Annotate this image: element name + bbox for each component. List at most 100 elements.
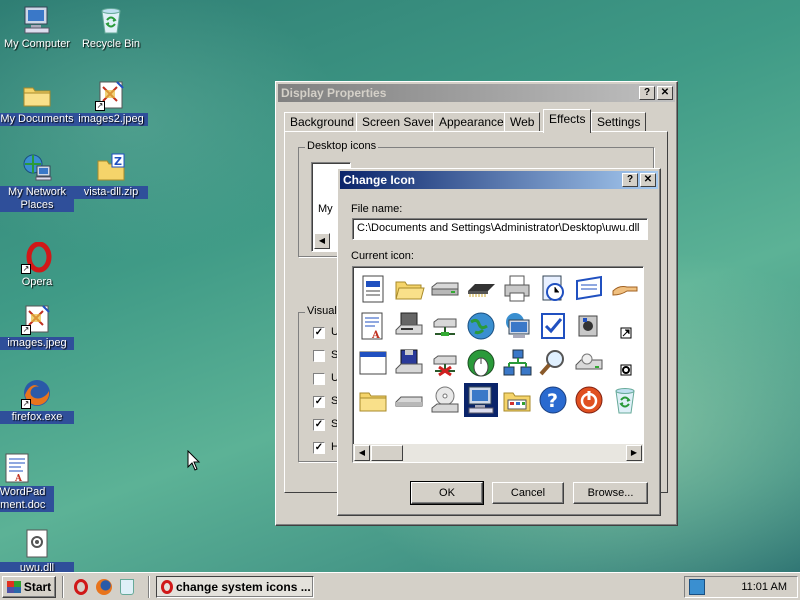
scroll-left-arrow[interactable]: ◀ xyxy=(354,445,370,461)
file-name-field[interactable]: C:\Documents and Settings\Administrator\… xyxy=(352,218,648,240)
desktop-icon-label: My Network xyxy=(0,186,74,199)
dll-file-icon xyxy=(21,528,53,560)
hand-share-icon[interactable] xyxy=(608,272,642,306)
image-file-icon: ↗ xyxy=(21,303,53,335)
floppy-drive-icon[interactable] xyxy=(392,309,426,343)
floppy-disk-icon[interactable] xyxy=(392,346,426,380)
folder-icon xyxy=(21,79,53,111)
globe-mouse-icon[interactable] xyxy=(464,346,498,380)
help-icon[interactable]: ? xyxy=(536,383,570,417)
effect-checkbox-5[interactable]: ✓ xyxy=(313,419,325,431)
desktop-icon-label: firefox.exe xyxy=(0,411,74,424)
horizontal-scrollbar[interactable]: ◀ ▶ xyxy=(353,444,643,462)
network-tray-icon[interactable] xyxy=(689,579,705,595)
desktop-icon-wordpad-doc[interactable]: A w WordPad cument.doc xyxy=(0,452,54,512)
desktop-icon-label: w WordPad xyxy=(0,486,54,499)
desktop-icon-my-computer[interactable]: My Computer xyxy=(0,4,74,51)
printer-icon[interactable] xyxy=(500,272,534,306)
my-computer-icon xyxy=(21,4,53,36)
current-icon-label: Current icon: xyxy=(351,250,414,262)
desktop-icon-uwu-dll[interactable]: uwu.dll xyxy=(0,528,74,575)
disconnected-drive-icon[interactable] xyxy=(428,346,462,380)
svg-text:A: A xyxy=(371,330,380,341)
folder-open-icon[interactable] xyxy=(392,272,426,306)
desktop-icon-label: My Documents xyxy=(0,113,74,126)
desktop-icon-vista-dll-zip[interactable]: Z vista-dll.zip xyxy=(74,152,148,199)
checkbox-task-icon[interactable] xyxy=(536,309,570,343)
network-icon[interactable] xyxy=(500,346,534,380)
cancel-button[interactable]: Cancel xyxy=(492,482,564,504)
effect-checkbox-6[interactable]: ✓ xyxy=(313,442,325,454)
tab-web[interactable]: Web xyxy=(504,112,541,132)
wordpad-icon[interactable]: A xyxy=(356,309,390,343)
memory-chip-icon[interactable] xyxy=(464,272,498,306)
effect-checkbox-4[interactable]: ✓ xyxy=(313,396,325,408)
change-icon-dialog: Change Icon ? ✕ File name: C:\Documents … xyxy=(337,168,661,516)
scroll-left-arrow[interactable]: ◀ xyxy=(314,233,330,249)
folder-icon[interactable] xyxy=(356,383,390,417)
tab-screen-saver[interactable]: Screen Saver xyxy=(356,112,441,132)
control-panel-icon[interactable] xyxy=(500,383,534,417)
desktop-icon-my-documents[interactable]: My Documents xyxy=(0,79,74,126)
document-icon[interactable] xyxy=(356,272,390,306)
cd-drive-icon[interactable] xyxy=(428,383,462,417)
desktop-icon-network-places[interactable]: My Network Places xyxy=(0,152,74,212)
recycle-bin-icon[interactable] xyxy=(608,383,642,417)
tab-background[interactable]: Background xyxy=(284,112,361,132)
speaker-icon[interactable] xyxy=(572,309,606,343)
browse-button[interactable]: Browse... xyxy=(573,482,648,504)
icon-list[interactable]: A? ◀ ▶ xyxy=(352,266,644,463)
power-icon[interactable] xyxy=(572,383,606,417)
change-icon-titlebar[interactable]: Change Icon ? ✕ xyxy=(340,171,658,189)
scroll-right-arrow[interactable]: ▶ xyxy=(626,445,642,461)
my-computer-icon[interactable] xyxy=(464,383,498,417)
search-icon[interactable] xyxy=(536,346,570,380)
help-button[interactable]: ? xyxy=(622,173,638,187)
start-button[interactable]: Start xyxy=(2,576,56,598)
task-label: change system icons ... xyxy=(176,580,311,594)
monitor-globe-icon[interactable] xyxy=(500,309,534,343)
taskbar-task-button[interactable]: change system icons ... xyxy=(156,576,314,598)
window-title: Display Properties xyxy=(281,86,387,100)
clock-doc-icon[interactable] xyxy=(536,272,570,306)
dot-overlay-icon[interactable] xyxy=(608,346,642,380)
tab-settings[interactable]: Settings xyxy=(591,112,647,132)
drive-cd-icon[interactable] xyxy=(572,346,606,380)
network-drive-icon[interactable] xyxy=(428,309,462,343)
file-name-label: File name: xyxy=(351,203,403,215)
effect-checkbox-3[interactable] xyxy=(313,373,325,385)
tab-appearance[interactable]: Appearance xyxy=(433,112,510,132)
effect-checkbox-1[interactable]: ✓ xyxy=(313,327,325,339)
desktop-icon-recycle-bin[interactable]: Recycle Bin xyxy=(74,4,148,51)
shortcut-arrow-icon: ↗ xyxy=(21,325,31,335)
hard-drive-icon[interactable] xyxy=(392,383,426,417)
desktop-icon-opera[interactable]: ↗ Opera xyxy=(0,241,74,289)
firefox-quicklaunch-icon[interactable] xyxy=(96,579,112,595)
close-button[interactable]: ✕ xyxy=(640,173,656,187)
wordpad-doc-icon: A xyxy=(1,452,33,484)
shortcut-arrow-icon[interactable] xyxy=(608,309,642,343)
clock: 11:01 AM xyxy=(741,581,787,593)
desktop-icon-images[interactable]: ↗ images.jpeg xyxy=(0,303,74,350)
group-label: Visual xyxy=(305,305,339,317)
drive-icon[interactable] xyxy=(428,272,462,306)
opera-icon xyxy=(161,580,173,594)
recycle-quicklaunch-icon[interactable] xyxy=(120,579,134,595)
display-properties-titlebar[interactable]: Display Properties ? ✕ xyxy=(278,84,675,102)
ok-button[interactable]: OK xyxy=(410,481,484,505)
desktop-icon-label: Recycle Bin xyxy=(81,38,141,50)
help-button[interactable]: ? xyxy=(639,86,655,100)
window-icon[interactable] xyxy=(356,346,390,380)
scroll-thumb[interactable] xyxy=(371,445,403,461)
desktop-icon-images2[interactable]: ↗ images2.jpeg xyxy=(74,79,148,126)
desktop-icon-firefox[interactable]: ↗ firefox.exe xyxy=(0,377,74,424)
effect-checkbox-2[interactable] xyxy=(313,350,325,362)
globe-icon[interactable] xyxy=(464,309,498,343)
close-button[interactable]: ✕ xyxy=(657,86,673,100)
tab-effects[interactable]: Effects xyxy=(543,109,592,133)
file-name-value: C:\Documents and Settings\Administrator\… xyxy=(357,222,640,234)
opera-quicklaunch-icon[interactable] xyxy=(74,579,88,595)
opera-icon: ↗ xyxy=(21,241,53,274)
network-places-icon xyxy=(21,152,53,184)
window-dash-icon[interactable] xyxy=(572,272,606,306)
